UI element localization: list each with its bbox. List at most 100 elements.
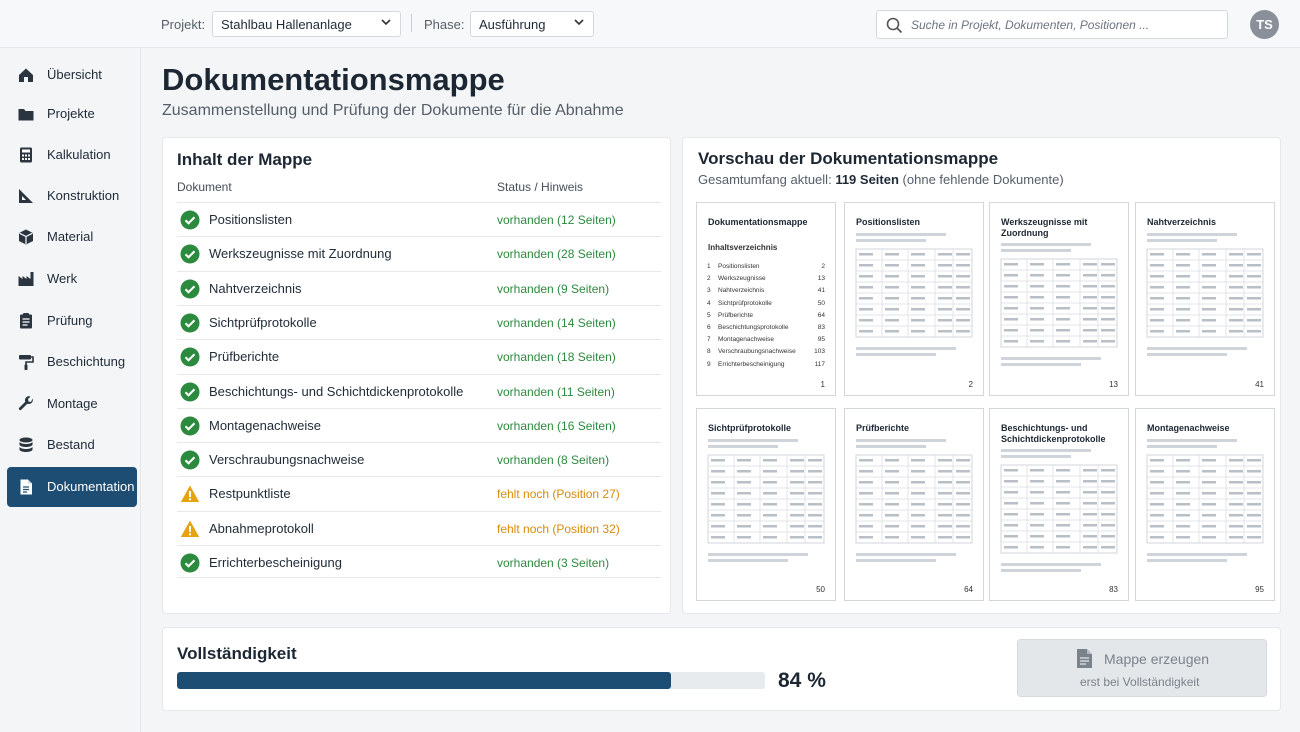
calculator-icon — [20, 147, 32, 163]
table-row[interactable]: Abnahmeprotokoll fehlt noch (Position 32) — [177, 510, 661, 545]
sidebar-item-pruefung[interactable]: Prüfung — [7, 301, 137, 341]
database-icon — [19, 437, 33, 452]
table-row[interactable]: Restpunktliste fehlt noch (Position 27) — [177, 476, 661, 510]
toc-entry-page: 41 — [817, 287, 825, 295]
sidebar-item-label: Prüfung — [47, 313, 93, 328]
toc-entry-title: Prüfberichte — [718, 311, 754, 319]
document-name: Sichtprüfprotokolle — [209, 314, 317, 330]
phase-label: Phase: — [424, 17, 465, 32]
column-header-document: Dokument — [177, 180, 232, 194]
page-thumbnail-title: Sichtprüfprotokolle — [708, 423, 791, 433]
page-thumbnail-title: Positionslisten — [856, 217, 921, 227]
preview-page-toc[interactable]: Dokumentationsmappe 1 Inhaltsverzeichnis 1 P… — [696, 202, 836, 396]
generate-folder-button[interactable]: Mappe erzeugen erst bei Vollständigkeit — [1017, 639, 1267, 697]
preview-page[interactable]: Positionslisten 2 — [844, 202, 984, 396]
preview-page[interactable]: Nahtverzeichnis 41 — [1135, 202, 1275, 396]
status-hint: vorhanden (16 Seiten) — [497, 418, 616, 433]
preview-page[interactable]: Beschichtungs- und Schichtdickenprotokol… — [989, 408, 1129, 601]
page-thumbnail-content — [1146, 439, 1264, 562]
toc-entry: 6 Beschichtungsprotokolle 83 — [707, 324, 825, 336]
preview-page[interactable]: Werkszeugnisse mit Zuordnung 13 — [989, 202, 1129, 396]
toc-list: 1 Positionslisten 2 2 Werkszeugnisse 13 3 Nahtv… — [707, 263, 825, 373]
status-hint: vorhanden (12 Seiten) — [497, 213, 616, 227]
status-hint: vorhanden (8 Seiten) — [497, 453, 610, 468]
sidebar-item-projekte[interactable]: Projekte — [7, 94, 137, 134]
table-row[interactable]: Nahtverzeichnis vorhanden (9 Seiten) — [177, 270, 661, 305]
table-bottom-border — [177, 577, 661, 578]
table-row[interactable]: Werkszeugnisse mit Zuordnung vorhanden (2… — [177, 236, 661, 270]
contents-title: Inhalt der Mappe — [177, 150, 313, 169]
table-row[interactable]: Errichterbescheinigung vorhanden (3 Seite… — [177, 545, 661, 579]
search-input[interactable] — [911, 16, 1211, 34]
sidebar-item-label: Projekte — [47, 106, 95, 121]
project-select[interactable]: Stahlbau Hallenanlage — [212, 11, 401, 37]
sidebar-item-label: Montage — [47, 396, 98, 411]
preview-page[interactable]: Sichtprüfprotokolle 50 — [696, 408, 836, 601]
page-thumbnail-content — [855, 233, 973, 356]
status-hint: vorhanden (28 Seiten) — [497, 247, 616, 262]
sidebar-item-montage[interactable]: Montage — [7, 384, 137, 424]
table-row[interactable]: Prüfberichte vorhanden (18 Seiten) — [177, 339, 661, 373]
table-row[interactable]: Verschraubungsnachweise vorhanden (8 Seit… — [177, 442, 661, 476]
sidebar-item-kalkulation[interactable]: Kalkulation — [7, 135, 137, 175]
table-row[interactable]: Positionslisten vorhanden (12 Seiten) — [177, 202, 661, 236]
page-thumbnail-content — [1000, 449, 1118, 572]
cube-icon — [19, 229, 33, 245]
generate-button-label: Mappe erzeugen — [1104, 651, 1210, 667]
clipboard-icon — [20, 313, 32, 329]
toc-entry-number: 7 — [707, 336, 711, 344]
sidebar-item-werk[interactable]: Werk — [7, 259, 137, 299]
sidebar-item-uebersicht[interactable]: Übersicht — [7, 55, 137, 95]
table-row[interactable]: Montagenachweise vorhanden (16 Seiten) — [177, 407, 661, 442]
preview-page[interactable]: Prüfberichte 64 — [844, 408, 984, 601]
document-name: Abnahmeprotokoll — [209, 520, 314, 536]
page-thumbnail-title: Beschichtungs- und Schichtdickenprotokol… — [1001, 423, 1106, 444]
check-circle-icon — [180, 382, 200, 401]
toc-entry-page: 2 — [821, 263, 825, 270]
toc-entry: 5 Prüfberichte 64 — [707, 312, 825, 324]
folder-icon — [18, 109, 34, 121]
phase-select-value: Ausführung — [479, 17, 546, 32]
phase-select[interactable]: Ausführung — [470, 11, 594, 37]
search-box[interactable] — [876, 10, 1228, 39]
sidebar-item-beschichtung[interactable]: Beschichtung — [7, 342, 137, 382]
status-hint: vorhanden (11 Seiten) — [497, 384, 615, 399]
toc-entry: 8 Verschraubungsnachweise 103 — [707, 348, 825, 360]
sidebar-item-dokumentation[interactable]: Dokumentation — [7, 467, 137, 507]
check-circle-icon — [180, 416, 200, 436]
sidebar-item-material[interactable]: Material — [7, 217, 137, 257]
document-name: Werkszeugnisse mit Zuordnung — [209, 246, 392, 262]
page-thumbnail-title: Montagenachweise — [1147, 423, 1230, 433]
check-circle-icon — [180, 450, 200, 470]
toc-entry-page: 13 — [817, 275, 825, 283]
preview-subtitle: Gesamtumfang aktuell: 119 Seiten (ohne f… — [698, 172, 1064, 187]
page-title: Dokumentationsmappe — [162, 62, 505, 97]
table-row[interactable]: Sichtprüfprotokolle vorhanden (14 Seiten) — [177, 304, 661, 339]
sidebar-item-konstruktion[interactable]: Konstruktion — [7, 176, 137, 216]
toc-entry-number: 9 — [707, 360, 711, 368]
wrench-icon — [18, 396, 33, 411]
preview-total-pages: 119 Seiten — [835, 172, 899, 187]
column-header-status: Status / Hinweis — [497, 180, 584, 194]
check-circle-icon — [180, 279, 200, 299]
sidebar-item-label: Material — [47, 229, 94, 244]
toc-entry-number: 6 — [707, 323, 711, 331]
table-row[interactable]: Beschichtungs- und Schichtdickenprotokol… — [177, 373, 661, 408]
toc-entry-page: 64 — [817, 311, 825, 319]
check-circle-icon — [180, 244, 200, 264]
toc-subtitle: Inhaltsverzeichnis — [708, 243, 778, 252]
toc-entry-page: 50 — [817, 299, 825, 307]
sidebar-item-bestand[interactable]: Bestand — [7, 425, 137, 465]
top-bar: Projekt: Stahlbau Hallenanlage Phase: Au… — [0, 0, 1300, 48]
warning-icon — [180, 520, 200, 537]
preview-page[interactable]: Montagenachweise 95 — [1135, 408, 1275, 601]
toc-entry-number: 4 — [707, 299, 711, 307]
page-thumbnail-title: Prüfberichte — [856, 423, 910, 433]
toc-entry-title: Werkszeugnisse — [718, 275, 766, 283]
toc-entry-number: 5 — [707, 311, 711, 319]
user-avatar[interactable]: TS — [1250, 10, 1279, 39]
completeness-percent: 84 % — [778, 669, 826, 692]
check-circle-icon — [180, 347, 200, 367]
toc-entry-title: Beschichtungsprotokolle — [718, 323, 789, 331]
page-thumbnail-content — [707, 439, 825, 562]
